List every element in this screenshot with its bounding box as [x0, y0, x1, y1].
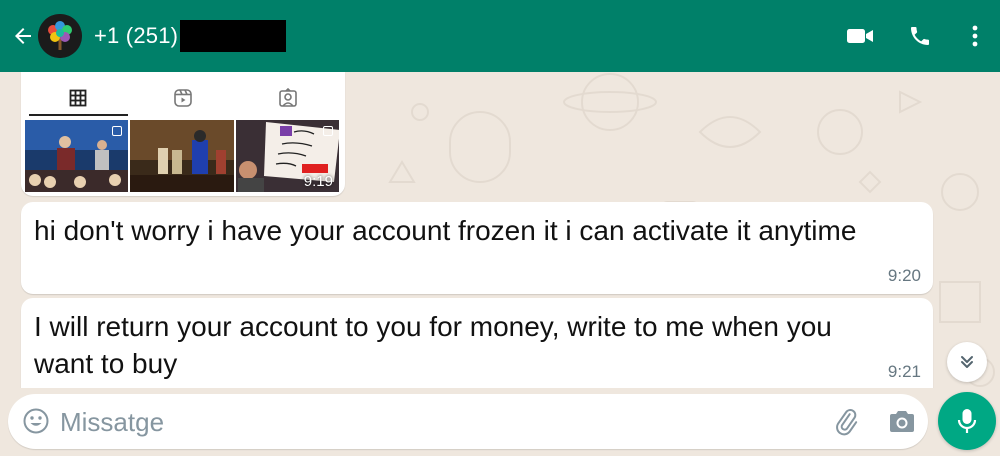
incoming-message[interactable]: hi don't worry i have your account froze…	[21, 202, 933, 294]
multi-photo-icon	[322, 126, 333, 136]
avatar[interactable]	[38, 14, 82, 58]
profile-media-card[interactable]: 9:19	[21, 72, 345, 196]
media-tabs	[25, 78, 341, 118]
stage-photo-icon	[130, 120, 234, 192]
contact-name[interactable]: +1 (251)	[94, 23, 178, 49]
back-arrow-icon[interactable]	[10, 23, 36, 49]
paperclip-icon[interactable]	[830, 406, 862, 438]
media-thumbnails	[25, 120, 339, 192]
video-call-button[interactable]	[830, 0, 890, 72]
camera-icon[interactable]	[886, 406, 918, 438]
tagged-icon	[279, 88, 298, 107]
voice-call-button[interactable]	[890, 0, 950, 72]
message-time: 9:19	[303, 173, 333, 190]
emoji-icon[interactable]	[22, 407, 50, 435]
voice-message-button[interactable]	[938, 392, 996, 450]
message-time: 9:21	[887, 362, 921, 381]
multi-photo-icon	[112, 126, 123, 136]
message-input[interactable]	[60, 402, 760, 442]
media-thumbnail[interactable]	[130, 120, 234, 192]
microphone-icon	[957, 409, 977, 433]
kebab-menu-icon	[972, 25, 978, 47]
redacted-block	[180, 20, 287, 52]
tab-reels[interactable]	[130, 78, 235, 118]
message-composer	[8, 394, 928, 449]
message-text: hi don't worry i have your account froze…	[34, 215, 857, 246]
message-text: I will return your account to you for mo…	[34, 311, 832, 379]
incoming-message[interactable]: I will return your account to you for mo…	[21, 298, 933, 388]
double-chevron-down-icon	[961, 356, 973, 368]
tab-tagged[interactable]	[236, 78, 341, 118]
more-options-button[interactable]	[950, 0, 1000, 72]
scroll-to-bottom-button[interactable]	[947, 342, 987, 382]
reels-icon	[174, 89, 192, 107]
header-actions	[830, 0, 1000, 72]
tab-grid[interactable]	[25, 78, 130, 118]
phone-icon	[911, 27, 929, 45]
video-camera-icon	[847, 29, 873, 43]
chat-header: +1 (251)	[0, 0, 1000, 72]
message-time: 9:20	[887, 266, 921, 285]
chat-area[interactable]: 9:19 hi don't worry i have your account …	[0, 72, 1000, 388]
grid-icon	[69, 89, 87, 107]
media-thumbnail[interactable]	[25, 120, 129, 192]
